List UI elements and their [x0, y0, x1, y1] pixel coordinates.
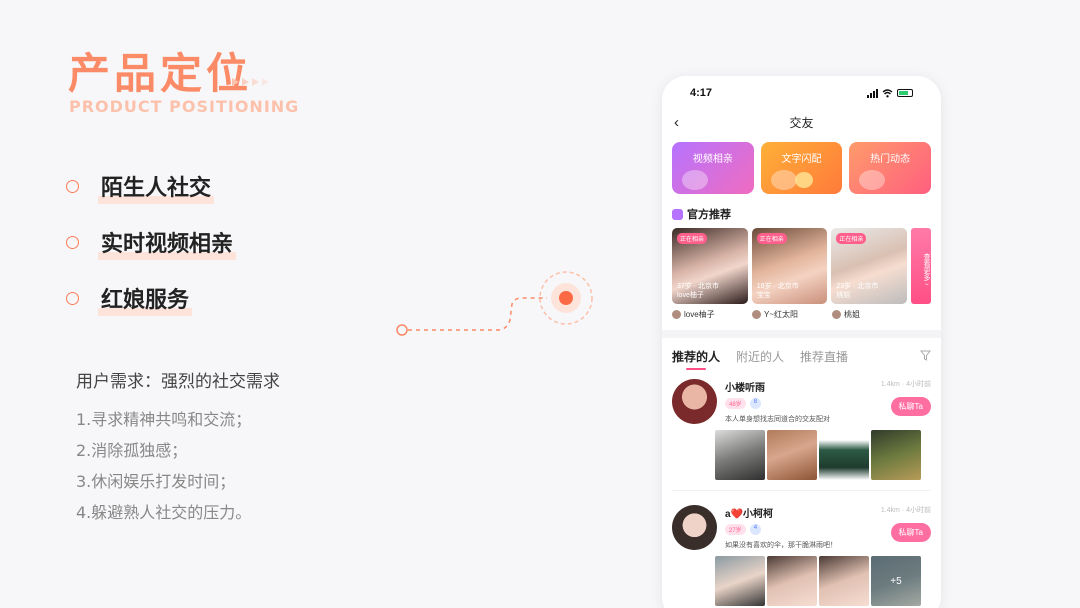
- avatar-mini: [832, 310, 841, 319]
- photo-thumb[interactable]: [715, 430, 765, 480]
- needs-title: 用户需求：强烈的社交需求: [76, 372, 280, 392]
- official-card-sub: 宝宝: [756, 292, 771, 299]
- feature-cards: 视频相亲 文字闪配 热门动态: [662, 136, 941, 194]
- title-arrows-decoration: [232, 78, 269, 86]
- official-card[interactable]: 正在相亲 23岁 · 北京市 桃姐: [831, 228, 908, 304]
- official-card-info: 23岁 · 北京市: [836, 283, 879, 290]
- signal-icon: [867, 88, 878, 98]
- filter-icon[interactable]: [919, 350, 932, 364]
- photo-thumb[interactable]: [767, 556, 817, 606]
- live-badge: 正在相亲: [756, 233, 787, 244]
- bullet-label: 红娘服务: [98, 282, 193, 316]
- bullet-list: 陌生人社交 实时视频相亲 红娘服务: [66, 158, 237, 326]
- card-label: 视频相亲: [692, 154, 733, 165]
- photo-strip: [715, 430, 941, 480]
- nav-title: 交友: [789, 116, 814, 130]
- bullet-item: 实时视频相亲: [66, 214, 237, 270]
- section-title: 官方推荐: [687, 209, 731, 221]
- photo-strip: +5: [715, 556, 941, 606]
- photo-thumb[interactable]: [819, 430, 869, 480]
- status-bar: 4:17: [662, 76, 941, 110]
- needs-section: 用户需求：强烈的社交需求 1.寻求精神共鸣和交流； 2.消除孤独感； 3.休闲娱…: [76, 367, 280, 528]
- needs-item: 3.休闲娱乐打发时间；: [76, 472, 236, 491]
- more-photos[interactable]: +5: [871, 556, 921, 606]
- heart-icon: [859, 170, 886, 190]
- card-label: 热门动态: [870, 154, 911, 165]
- distance-time: 1.4km · 4小时前: [880, 507, 931, 514]
- tab-live[interactable]: 推荐直播: [800, 348, 848, 365]
- official-name: Y~红太阳: [764, 310, 799, 319]
- slide-subtitle: PRODUCT POSITIONING: [69, 97, 300, 116]
- photo-thumb[interactable]: [871, 430, 921, 480]
- tab-nearby[interactable]: 附近的人: [736, 348, 784, 365]
- official-card[interactable]: 正在相亲 37岁 · 北京市 love柚子: [672, 228, 748, 304]
- chat-bubble-icon: [770, 170, 797, 190]
- official-card-info: 37岁 · 北京市: [677, 283, 720, 290]
- card-hot-moments[interactable]: 热门动态: [849, 142, 932, 194]
- official-card-sub: love柚子: [677, 292, 704, 299]
- smile-icon: [794, 172, 813, 188]
- official-recommend-list: 正在相亲 37岁 · 北京市 love柚子 正在相亲 18岁 · 北京市 宝宝 …: [662, 228, 941, 304]
- back-icon[interactable]: ‹: [674, 110, 679, 136]
- card-text-match[interactable]: 文字闪配: [760, 142, 843, 194]
- phone-mockup: 4:17 ‹ 交友 视频相亲 文字闪配 热门动态 官方推荐 正在相亲 37岁 ·…: [662, 76, 941, 608]
- official-names: love柚子 Y~红太阳 桃姐: [662, 304, 941, 320]
- person-item[interactable]: 小楼听雨 48岁 8 本人单身想找志同道合的交友配对 1.4km · 4小时前 …: [662, 365, 941, 424]
- battery-icon: [897, 89, 913, 97]
- needs-item: 4.躲避熟人社交的压力。: [76, 503, 252, 522]
- circle-icon: [66, 235, 79, 249]
- photo-thumb[interactable]: [715, 556, 765, 606]
- people-tabs: 推荐的人 附近的人 推荐直播: [662, 338, 941, 370]
- official-card[interactable]: 正在相亲 18岁 · 北京市 宝宝: [751, 228, 828, 304]
- level-badge: 8: [749, 398, 762, 409]
- section-separator: [662, 330, 941, 338]
- private-chat-button[interactable]: 私聊Ta: [890, 523, 931, 542]
- needs-item: 1.寻求精神共鸣和交流；: [76, 410, 252, 429]
- nav-bar: ‹ 交友: [662, 110, 941, 136]
- avatar-mini: [672, 310, 681, 319]
- avatar-mini: [752, 310, 761, 319]
- circle-icon: [66, 291, 79, 305]
- photo-thumb[interactable]: [819, 556, 869, 606]
- official-name: 桃姐: [844, 310, 860, 319]
- official-card-sub: 桃姐: [836, 292, 851, 299]
- bullet-item: 红娘服务: [66, 270, 236, 326]
- status-time: 4:17: [690, 87, 713, 99]
- live-badge: 正在相亲: [677, 233, 708, 244]
- live-badge: 正在相亲: [836, 233, 867, 244]
- age-badge: 48岁: [725, 398, 746, 409]
- avatar[interactable]: [672, 379, 717, 424]
- official-icon: [672, 208, 683, 220]
- see-more-button[interactable]: 查看更多 ›: [911, 228, 931, 304]
- photo-thumb[interactable]: [767, 430, 817, 480]
- needs-item: 2.消除孤独感；: [76, 441, 188, 460]
- heart-icon: [682, 170, 708, 190]
- bullet-label: 陌生人社交: [98, 170, 215, 204]
- bullet-label: 实时视频相亲: [98, 226, 237, 260]
- tab-recommended[interactable]: 推荐的人: [672, 348, 720, 370]
- wifi-icon: [882, 88, 893, 97]
- distance-time: 1.4km · 4小时前: [880, 381, 931, 388]
- circle-icon: [66, 179, 79, 193]
- person-item[interactable]: a❤️小柯柯 27岁 4 如果没有喜欢的伞，那干脆淋雨吧！ 1.4km · 4小…: [662, 491, 941, 550]
- card-video-dating[interactable]: 视频相亲: [672, 142, 754, 194]
- private-chat-button[interactable]: 私聊Ta: [890, 397, 931, 416]
- avatar[interactable]: [672, 505, 717, 550]
- age-badge: 27岁: [725, 524, 746, 535]
- official-card-info: 18岁 · 北京市: [756, 283, 799, 290]
- bullet-item: 陌生人社交: [66, 158, 236, 214]
- official-recommend-header: 官方推荐: [662, 194, 941, 228]
- slide-title: 产品定位: [68, 49, 253, 98]
- official-name: love柚子: [684, 310, 715, 319]
- connector-line-decoration: [396, 271, 593, 336]
- level-badge: 4: [749, 524, 762, 535]
- card-label: 文字闪配: [781, 154, 822, 165]
